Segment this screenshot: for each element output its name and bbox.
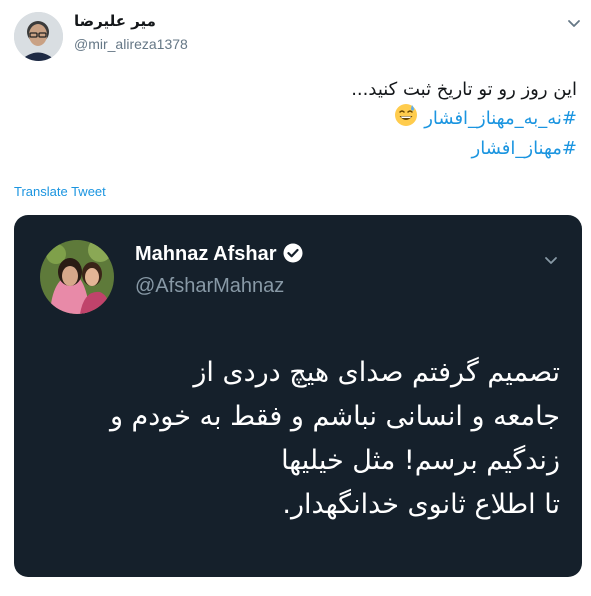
author-display-name[interactable]: میر علیرضا: [74, 12, 156, 30]
quoted-text-line: تا اطلاع ثانوی خدانگهدار.: [282, 489, 560, 520]
quoted-text-line: جامعه و انسانی نباشم و فقط به خودم و: [109, 401, 560, 432]
quoted-display-name: Mahnaz Afshar: [135, 243, 303, 269]
author-handle[interactable]: @mir_alireza1378: [74, 36, 188, 52]
quoted-avatar: [40, 240, 114, 314]
verified-badge-icon: [283, 243, 303, 269]
quoted-text-line: تصمیم گرفتم صدای هیچ دردی از: [193, 357, 560, 388]
grinning-face-with-sweat-icon: [394, 103, 418, 135]
quoted-text-line: زندگیم برسم! مثل خیلیها: [281, 445, 560, 476]
hashtag-link[interactable]: #مهناز_افشار: [472, 138, 577, 159]
quoted-tweet-image[interactable]: Mahnaz Afshar @AfsharMahnaz تصمیم گرفتم …: [14, 215, 582, 577]
quoted-handle: @AfsharMahnaz: [135, 275, 285, 297]
chevron-down-icon: [542, 251, 560, 269]
quoted-tweet-text: تصمیم گرفتم صدای هیچ دردی از جامعه و انس…: [40, 351, 560, 527]
chevron-down-icon[interactable]: [565, 14, 583, 32]
tweet-text-line: این روز رو تو تاریخ ثبت کنید...: [351, 79, 577, 100]
translate-tweet-link[interactable]: Translate Tweet: [14, 184, 106, 199]
hashtag-link[interactable]: #نه_به_مهناز_افشار: [424, 108, 577, 129]
tweet-text: این روز رو تو تاریخ ثبت کنید... #نه_به_م…: [37, 76, 577, 162]
quoted-name-text: Mahnaz Afshar: [135, 243, 277, 265]
avatar[interactable]: [14, 12, 63, 61]
